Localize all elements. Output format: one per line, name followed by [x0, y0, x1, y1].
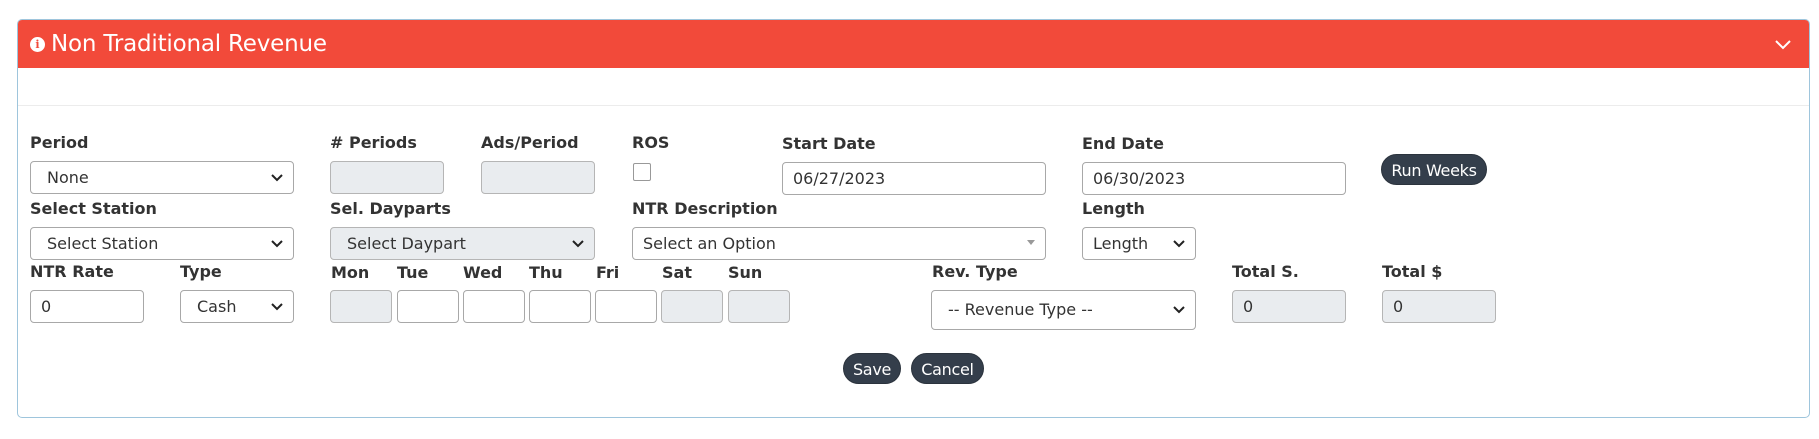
day-input-thu[interactable] — [529, 290, 591, 323]
ntr-description-select[interactable]: Select an Option — [632, 227, 1046, 260]
panel-subheader — [18, 68, 1809, 106]
info-circle-icon: i — [30, 37, 45, 52]
ads-period-input[interactable] — [481, 161, 595, 194]
length-select[interactable]: Length — [1082, 227, 1196, 260]
panel-title: Non Traditional Revenue — [51, 31, 327, 57]
num-periods-label: # Periods — [330, 133, 417, 152]
period-label: Period — [30, 133, 89, 152]
ros-label: ROS — [632, 133, 670, 152]
length-label: Length — [1082, 199, 1145, 218]
day-label-wed: Wed — [463, 263, 503, 282]
rev-type-label: Rev. Type — [932, 262, 1018, 281]
ads-period-label: Ads/Period — [481, 133, 579, 152]
day-label-mon: Mon — [331, 263, 370, 282]
chevron-down-icon — [1173, 240, 1185, 248]
cancel-button[interactable]: Cancel — [911, 353, 984, 384]
type-select-value: Cash — [197, 297, 237, 316]
dayparts-select[interactable]: Select Daypart — [330, 227, 595, 260]
type-select[interactable]: Cash — [180, 290, 294, 323]
triangle-down-icon — [1027, 240, 1035, 245]
day-input-sun[interactable] — [728, 290, 790, 323]
save-button[interactable]: Save — [843, 353, 901, 384]
dayparts-label: Sel. Dayparts — [330, 199, 451, 218]
rev-type-select-value: -- Revenue Type -- — [948, 300, 1093, 319]
end-date-label: End Date — [1082, 134, 1164, 153]
end-date-input[interactable]: 06/30/2023 — [1082, 162, 1346, 195]
dayparts-select-value: Select Daypart — [347, 234, 466, 253]
period-select[interactable]: None — [30, 161, 294, 194]
day-label-sat: Sat — [662, 263, 692, 282]
day-input-sat[interactable] — [661, 290, 723, 323]
day-label-sun: Sun — [728, 263, 763, 282]
ntr-rate-label: NTR Rate — [30, 262, 114, 281]
day-label-tue: Tue — [397, 263, 429, 282]
ros-checkbox[interactable] — [633, 163, 651, 181]
rev-type-select[interactable]: -- Revenue Type -- — [931, 290, 1196, 330]
chevron-down-icon[interactable] — [1773, 34, 1793, 54]
total-s-input[interactable]: 0 — [1232, 290, 1346, 323]
type-label: Type — [180, 262, 222, 281]
day-input-tue[interactable] — [397, 290, 459, 323]
station-select-value: Select Station — [47, 234, 159, 253]
day-input-fri[interactable] — [595, 290, 657, 323]
total-s-label: Total S. — [1232, 262, 1299, 281]
station-select[interactable]: Select Station — [30, 227, 294, 260]
run-weeks-button[interactable]: Run Weeks — [1381, 154, 1487, 185]
day-input-mon[interactable] — [330, 290, 392, 323]
length-select-value: Length — [1093, 234, 1149, 253]
panel-header[interactable]: i Non Traditional Revenue — [18, 20, 1809, 68]
start-date-input[interactable]: 06/27/2023 — [782, 162, 1046, 195]
day-label-thu: Thu — [529, 263, 563, 282]
station-label: Select Station — [30, 199, 157, 218]
ntr-description-value: Select an Option — [643, 234, 776, 253]
total-dollar-label: Total $ — [1382, 262, 1443, 281]
period-select-value: None — [47, 168, 89, 187]
day-input-wed[interactable] — [463, 290, 525, 323]
ntr-rate-input[interactable]: 0 — [30, 290, 144, 323]
day-label-fri: Fri — [596, 263, 620, 282]
ntr-description-label: NTR Description — [632, 199, 778, 218]
chevron-down-icon — [271, 174, 283, 182]
chevron-down-icon — [572, 240, 584, 248]
total-dollar-input[interactable]: 0 — [1382, 290, 1496, 323]
start-date-label: Start Date — [782, 134, 876, 153]
chevron-down-icon — [1173, 306, 1185, 314]
chevron-down-icon — [271, 303, 283, 311]
chevron-down-icon — [271, 240, 283, 248]
num-periods-input[interactable] — [330, 161, 444, 194]
